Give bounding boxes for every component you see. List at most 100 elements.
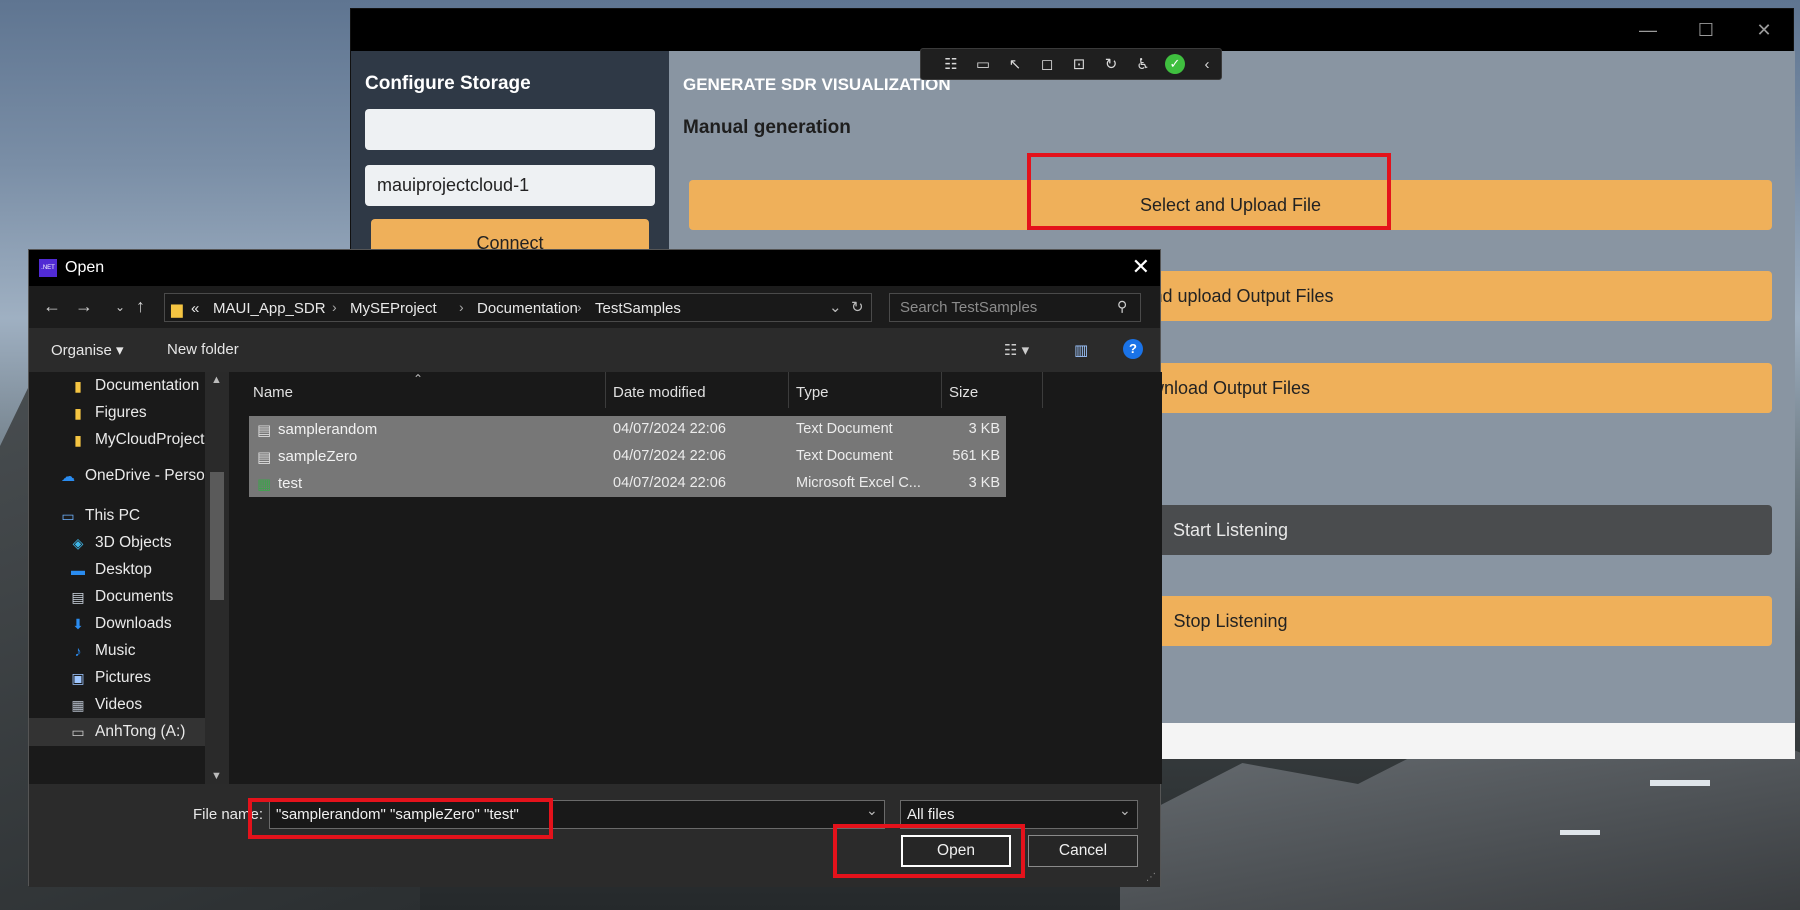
file-name: sampleZero [278,448,358,465]
nav-item-onedrive[interactable]: ☁ OneDrive - Persor [29,462,229,490]
file-list: Name ⌃ Date modified Type Size ▤ sampler… [229,372,1162,784]
column-header-date[interactable]: Date modified [613,384,706,401]
container-name-input[interactable]: mauiprojectcloud-1 [365,165,655,206]
refresh-icon[interactable]: ↻ [851,298,864,316]
collapse-icon[interactable]: ‹ [1197,54,1217,74]
scroll-up-icon[interactable]: ▲ [211,374,222,386]
live-tree-icon[interactable]: ☷ [941,54,961,74]
highlight-box [833,824,1025,878]
column-header-size[interactable]: Size [949,384,978,401]
new-folder-button[interactable]: New folder [167,341,239,358]
hot-reload-icon[interactable]: ↻ [1101,54,1121,74]
nav-item-pictures[interactable]: ▣ Pictures [29,664,229,692]
minimize-button[interactable]: — [1619,9,1677,51]
nav-item-label: Desktop [95,561,152,578]
nav-item-this-pc[interactable]: ▭ This PC [29,502,229,530]
cube-icon: ◈ [72,534,84,551]
nav-item-label: Documents [95,588,174,605]
select-element-icon[interactable]: ↖ [1005,54,1025,74]
camera-icon[interactable]: ▭ [973,54,993,74]
view-options-icon[interactable]: ☷ ▾ [1004,341,1029,359]
file-type: Microsoft Excel C... [796,475,921,491]
column-divider[interactable] [605,372,606,408]
chevron-down-icon[interactable]: ⌄ [1119,802,1131,819]
breadcrumb-overflow[interactable]: « [191,300,199,317]
track-focus-icon[interactable]: ⊡ [1069,54,1089,74]
table-row[interactable]: ▤ samplerandom 04/07/2024 22:06 Text Doc… [249,416,1006,443]
nav-item-label: Pictures [95,669,151,686]
back-arrow-icon[interactable]: ← [43,296,61,317]
resize-grip-icon[interactable]: ⋰ [1146,872,1156,883]
file-type: Text Document [796,421,893,437]
music-icon: ♪ [74,643,82,659]
breadcrumb-separator-icon: › [577,299,582,315]
file-type: Text Document [796,448,893,464]
navigation-pane: ▮ Documentation ▮ Figures ▮ MyCloudProje… [29,372,229,784]
column-divider[interactable] [941,372,942,408]
file-size: 561 KB [952,448,1000,464]
recent-locations-chevron-icon[interactable]: ⌄ [115,300,125,314]
nav-item-label: OneDrive - Persor [85,467,210,484]
table-row[interactable]: ▦ test 04/07/2024 22:06 Microsoft Excel … [249,470,1006,497]
column-divider[interactable] [1042,372,1043,408]
nav-item-label: MyCloudProject [95,431,205,448]
debug-toolbar: ☷ ▭ ↖ ◻ ⊡ ↻ ♿ ✓ ‹ [920,48,1222,80]
nav-item-figures[interactable]: ▮ Figures [29,399,229,427]
scrollbar-thumb[interactable] [210,472,224,600]
nav-scrollbar[interactable]: ▲ ▼ [205,372,229,784]
nav-item-documentation[interactable]: ▮ Documentation [29,372,229,400]
table-row[interactable]: ▤ sampleZero 04/07/2024 22:06 Text Docum… [249,443,1006,470]
display-adorners-icon[interactable]: ◻ [1037,54,1057,74]
file-size: 3 KB [968,421,1000,437]
storage-account-input[interactable] [365,109,655,150]
accessibility-icon[interactable]: ♿ [1133,54,1153,74]
organise-menu-button[interactable]: Organise ▾ [51,341,124,359]
up-arrow-icon[interactable]: ↑ [136,296,145,317]
highlight-box [248,798,553,839]
nav-item-3d-objects[interactable]: ◈ 3D Objects [29,529,229,557]
cancel-button[interactable]: Cancel [1028,835,1138,867]
cloud-icon: ☁ [61,467,75,484]
search-icon[interactable]: ⚲ [1117,298,1127,315]
preview-pane-icon[interactable]: ▥ [1074,341,1088,359]
breadcrumb-item[interactable]: TestSamples [595,300,681,317]
scroll-down-icon[interactable]: ▼ [211,770,222,782]
breadcrumb-item[interactable]: MAUI_App_SDR [213,300,326,317]
nav-item-desktop[interactable]: ▬ Desktop [29,556,229,584]
chevron-down-icon[interactable]: ⌄ [866,802,878,819]
nav-item-downloads[interactable]: ⬇ Downloads [29,610,229,638]
search-input[interactable]: Search TestSamples [889,293,1141,322]
help-icon[interactable]: ? [1123,339,1143,359]
folder-icon: ▆ [171,301,183,318]
nav-item-label: Downloads [95,615,172,632]
dotnet-icon: .NET [39,259,57,277]
nav-item-drive-a[interactable]: ▭ AnhTong (A:) [29,718,229,746]
dialog-close-icon[interactable]: ✕ [1132,254,1150,280]
address-dropdown-icon[interactable]: ⌄ [829,298,842,316]
nav-item-mycloudproject[interactable]: ▮ MyCloudProject [29,426,229,454]
column-header-name[interactable]: Name [253,384,293,401]
address-bar[interactable]: ▆ « MAUI_App_SDR › MySEProject › Documen… [164,293,872,322]
dialog-title: Open [65,259,105,276]
highlight-box [1027,153,1391,230]
breadcrumb-item[interactable]: Documentation [477,300,578,317]
close-button[interactable]: ✕ [1735,9,1793,51]
maximize-button[interactable]: ☐ [1677,9,1735,51]
forward-arrow-icon[interactable]: → [75,296,93,317]
nav-item-label: AnhTong (A:) [95,723,186,740]
text-file-icon: ▤ [257,449,272,466]
nav-item-label: Music [95,642,136,659]
column-divider[interactable] [788,372,789,408]
file-name: test [278,475,303,492]
sort-ascending-icon: ⌃ [413,372,424,386]
video-icon: ▦ [71,696,85,713]
nav-item-documents[interactable]: ▤ Documents [29,583,229,611]
breadcrumb-item[interactable]: MySEProject [350,300,437,317]
nav-item-videos[interactable]: ▦ Videos [29,691,229,719]
nav-item-music[interactable]: ♪ Music [29,637,229,665]
section-title: Manual generation [683,117,851,138]
dialog-navigation-bar: ← → ⌄ ↑ ▆ « MAUI_App_SDR › MySEProject ›… [29,286,1160,328]
picture-icon: ▣ [71,669,85,686]
column-header-type[interactable]: Type [796,384,829,401]
check-icon[interactable]: ✓ [1165,54,1185,74]
